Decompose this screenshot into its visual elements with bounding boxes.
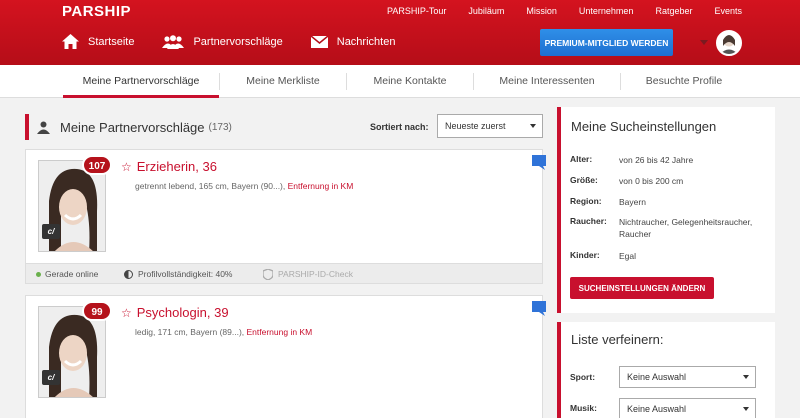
match-details-text: ledig, 171 cm, Bayern (89...), — [135, 327, 247, 337]
search-settings-title: Meine Sucheinstellungen — [571, 119, 717, 134]
star-icon[interactable]: ☆ — [121, 160, 132, 174]
photo-unlock-icon[interactable]: c/ — [42, 224, 60, 239]
criterion-value: von 26 bis 42 Jahre — [619, 155, 694, 165]
account-dropdown-icon[interactable] — [700, 40, 708, 45]
topnav-ratgeber-link[interactable]: Ratgeber — [655, 6, 692, 16]
tab-besuchte-profile[interactable]: Besuchte Profile — [621, 65, 747, 98]
person-icon — [37, 121, 50, 134]
sort-select-value: Neueste zuerst — [445, 121, 506, 131]
chat-bubble-icon[interactable] — [530, 153, 548, 171]
match-name-link[interactable]: ☆ Erzieherin, 36 — [121, 159, 217, 174]
criterion-value: von 0 bis 200 cm — [619, 176, 684, 186]
topnav-tour-link[interactable]: PARSHIP-Tour — [387, 6, 446, 16]
music-filter-value: Keine Auswahl — [627, 404, 687, 414]
sport-filter-select[interactable]: Keine Auswahl — [619, 366, 756, 388]
topnav-mission-link[interactable]: Mission — [526, 6, 557, 16]
nav-matches[interactable]: Partnervorschläge — [162, 34, 283, 49]
music-filter-label: Musik: — [570, 403, 597, 413]
nav-messages-label: Nachrichten — [336, 35, 396, 48]
match-name: Psychologin, 39 — [136, 305, 229, 320]
home-icon — [62, 34, 79, 49]
sport-filter-label: Sport: — [570, 372, 596, 382]
topnav-unternehmen-link[interactable]: Unternehmen — [579, 6, 634, 16]
change-search-settings-button[interactable]: SUCHEINSTELLUNGEN ÄNDERN — [570, 277, 714, 299]
main-nav: Startseite Partnervorschläge Nachrichten — [62, 34, 423, 49]
profile-completeness: Profilvollständigkeit: 40% — [124, 264, 233, 284]
tab-partnervorschlaege[interactable]: Meine Partnervorschläge — [63, 65, 219, 98]
chat-bubble-icon[interactable] — [530, 299, 548, 317]
nav-home-label: Startseite — [88, 35, 135, 48]
parship-logo[interactable]: PARSHIP — [62, 3, 131, 20]
criterion-value: Bayern — [619, 197, 646, 207]
tab-kontakte[interactable]: Meine Kontakte — [347, 65, 473, 98]
match-card[interactable]: 99 c/ ☆ Psychologin, 39 ledig, 171 cm, B… — [25, 295, 546, 418]
profile-completeness-text: Profilvollständigkeit: 40% — [138, 269, 233, 279]
top-header: PARSHIP PARSHIP-Tour Jubiläum Mission Un… — [0, 0, 800, 65]
sport-filter-value: Keine Auswahl — [627, 372, 687, 382]
criterion-value: Nichtraucher, Gelegenheitsraucher, Rauch… — [619, 217, 753, 239]
sub-nav: Meine Partnervorschläge Meine Merkliste … — [0, 65, 800, 98]
nav-home[interactable]: Startseite — [62, 34, 134, 49]
criterion-value: Egal — [619, 251, 637, 261]
matches-count: (173) — [208, 121, 232, 133]
topnav-jubilaeum-link[interactable]: Jubiläum — [468, 6, 504, 16]
photo-unlock-icon[interactable]: c/ — [42, 370, 60, 385]
match-name-link[interactable]: ☆ Psychologin, 39 — [121, 305, 229, 320]
chevron-down-icon — [530, 124, 536, 128]
user-avatar[interactable] — [716, 30, 742, 56]
music-filter-select[interactable]: Keine Auswahl — [619, 398, 756, 418]
matches-section-title: Meine Partnervorschläge (173) — [25, 114, 232, 140]
page-title: Meine Partnervorschläge — [60, 119, 205, 135]
user-avatar-icon — [720, 35, 738, 54]
match-details: ledig, 171 cm, Bayern (89...), Entfernun… — [135, 327, 312, 337]
shield-icon — [263, 268, 273, 280]
match-details: getrennt lebend, 165 cm, Bayern (90...),… — [135, 181, 353, 191]
match-details-text: getrennt lebend, 165 cm, Bayern (90...), — [135, 181, 288, 191]
match-score-badge: 107 — [82, 155, 112, 175]
tab-merkliste[interactable]: Meine Merkliste — [220, 65, 346, 98]
top-nav: PARSHIP-Tour Jubiläum Mission Unternehme… — [365, 6, 742, 16]
chevron-down-icon — [743, 375, 749, 379]
criterion-label: Region: — [570, 196, 602, 206]
match-score-badge: 99 — [82, 301, 112, 321]
online-dot-icon — [36, 271, 41, 277]
criterion-label: Raucher: — [570, 216, 607, 226]
distance-link[interactable]: Entfernung in KM — [288, 181, 354, 191]
nav-messages[interactable]: Nachrichten — [310, 35, 396, 48]
star-icon[interactable]: ☆ — [121, 306, 132, 320]
envelope-icon — [310, 35, 328, 48]
distance-link[interactable]: Entfernung in KM — [247, 327, 313, 337]
sort-select[interactable]: Neueste zuerst — [437, 114, 543, 138]
online-status-text: Gerade online — [45, 269, 99, 279]
chevron-down-icon — [743, 407, 749, 411]
id-check-status: PARSHIP-ID-Check — [263, 264, 353, 284]
nav-matches-label: Partnervorschläge — [193, 35, 283, 48]
match-name: Erzieherin, 36 — [136, 159, 217, 174]
topnav-events-link[interactable]: Events — [714, 6, 742, 16]
criterion-label: Kinder: — [570, 250, 600, 260]
completeness-pie-icon — [124, 269, 133, 279]
criterion-label: Alter: — [570, 154, 593, 164]
id-check-text: PARSHIP-ID-Check — [278, 269, 353, 279]
sort-label: Sortiert nach: — [370, 122, 429, 132]
refine-title: Liste verfeinern: — [571, 332, 664, 347]
people-icon — [162, 34, 185, 49]
match-card[interactable]: 107 c/ ☆ Erzieherin, 36 getrennt lebend,… — [25, 149, 546, 284]
tab-interessenten[interactable]: Meine Interessenten — [474, 65, 620, 98]
match-card-footer: Gerade online Profilvollständigkeit: 40%… — [26, 263, 542, 283]
premium-button[interactable]: PREMIUM-MITGLIED WERDEN — [540, 29, 673, 56]
online-status: Gerade online — [36, 264, 98, 284]
criterion-label: Größe: — [570, 175, 598, 185]
